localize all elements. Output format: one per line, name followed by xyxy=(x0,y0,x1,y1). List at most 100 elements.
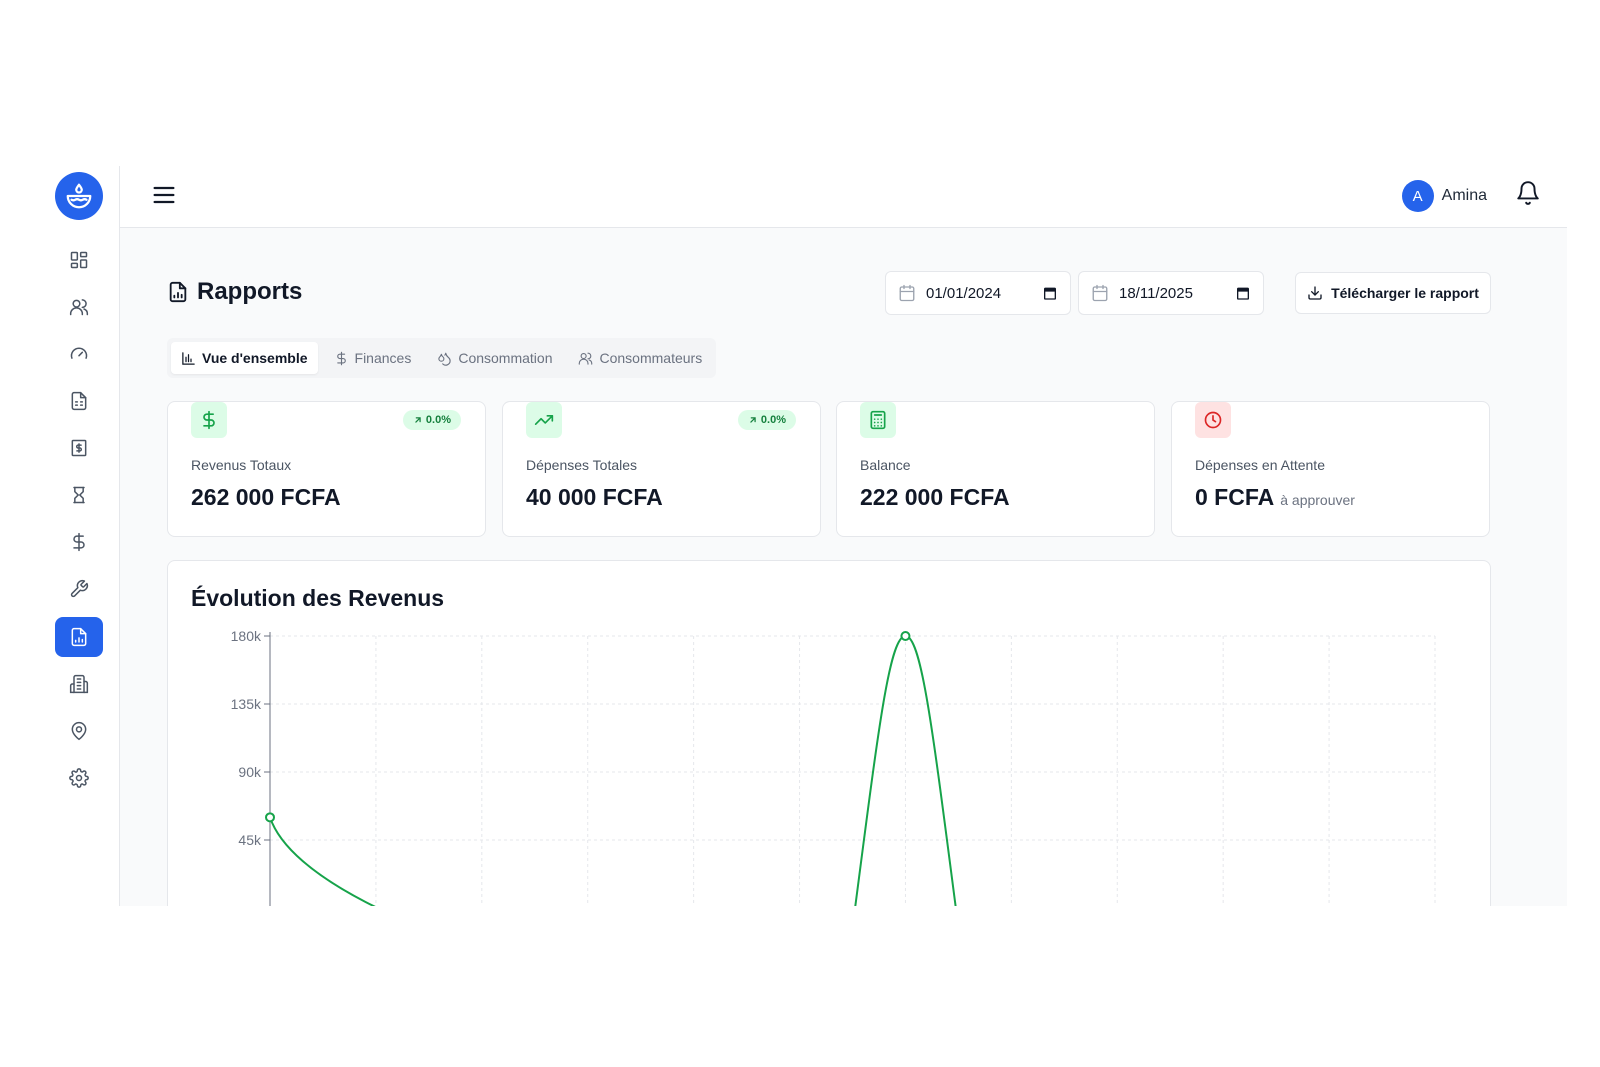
stat-value: 222 000 FCFA xyxy=(860,484,1010,510)
download-report-label: Télécharger le rapport xyxy=(1331,285,1479,301)
wrench-icon xyxy=(70,579,89,598)
tab-label: Finances xyxy=(354,350,412,366)
calculator-icon xyxy=(870,410,886,430)
stat-label: Dépenses en Attente xyxy=(1195,457,1325,473)
stat-icon-wrap xyxy=(526,402,562,438)
droplets-icon xyxy=(438,352,452,366)
sidebar-item-maintenance[interactable] xyxy=(55,569,103,609)
start-date-input[interactable]: 01/01/2024 xyxy=(885,271,1071,315)
page-title: Rapports xyxy=(197,278,303,305)
stat-card-pending-expenses: Dépenses en Attente 0 FCFA à approuver xyxy=(1171,401,1490,537)
sidebar xyxy=(39,166,120,906)
bell-icon[interactable] xyxy=(1515,180,1541,206)
revenue-data-point xyxy=(900,631,911,641)
tab-label: Consommation xyxy=(458,350,553,366)
file-chart-icon xyxy=(169,281,187,303)
stat-card-total-expenses: 0.0% Dépenses Totales 40 000 FCFA xyxy=(502,401,821,537)
revenue-line-chart: 45k 90k 135k 180k xyxy=(231,628,1436,906)
map-pin-icon xyxy=(71,721,87,741)
stat-label: Dépenses Totales xyxy=(526,457,638,473)
sidebar-item-payments[interactable] xyxy=(55,428,103,468)
user-menu[interactable]: A Amina xyxy=(1401,179,1487,213)
trend-value: 0.0% xyxy=(760,414,786,426)
stat-label: Revenus Totaux xyxy=(191,457,292,473)
clock-icon xyxy=(1204,411,1222,429)
file-text-icon xyxy=(71,391,87,411)
sidebar-item-reports[interactable] xyxy=(55,617,103,657)
stat-icon-wrap xyxy=(191,402,227,438)
users-icon xyxy=(579,352,593,365)
settings-icon xyxy=(69,768,89,788)
dollar-icon xyxy=(203,410,215,430)
tab-consumption[interactable]: Consommation xyxy=(427,342,562,374)
tab-overview[interactable]: Vue d'ensemble xyxy=(171,342,318,374)
sidebar-item-settings[interactable] xyxy=(55,758,103,798)
sidebar-item-finances[interactable] xyxy=(55,522,103,562)
file-chart-icon xyxy=(71,627,87,647)
stat-icon-wrap xyxy=(1195,402,1231,438)
user-name: Amina xyxy=(1441,187,1487,204)
calendar-picker-icon[interactable] xyxy=(1042,285,1058,301)
dashboard-icon xyxy=(70,251,88,269)
arrow-up-right-icon xyxy=(750,417,756,423)
sidebar-item-users[interactable] xyxy=(55,287,103,327)
gauge-icon xyxy=(70,347,88,359)
receipt-dollar-icon xyxy=(71,439,87,457)
y-tick-label: 45k xyxy=(238,832,262,848)
dollar-icon xyxy=(336,351,346,365)
download-report-button[interactable]: Télécharger le rapport xyxy=(1295,272,1491,314)
building-icon xyxy=(69,674,89,694)
y-tick-label: 90k xyxy=(238,764,262,780)
trend-badge: 0.0% xyxy=(737,410,796,430)
stat-label: Balance xyxy=(860,457,911,473)
end-date-input[interactable]: 18/11/2025 xyxy=(1078,271,1264,315)
stat-icon-wrap xyxy=(860,402,896,438)
y-tick-label: 180k xyxy=(231,628,262,644)
sidebar-item-pending[interactable] xyxy=(55,475,103,515)
stat-note: à approuver xyxy=(1280,492,1355,508)
sidebar-item-invoices[interactable] xyxy=(55,381,103,421)
trend-value: 0.0% xyxy=(425,414,451,426)
calendar-icon xyxy=(899,284,915,302)
stat-value: 40 000 FCFA xyxy=(526,484,663,510)
sidebar-item-dashboard[interactable] xyxy=(55,240,103,280)
logo[interactable] xyxy=(55,172,103,220)
end-date-value: 18/11/2025 xyxy=(1119,284,1193,302)
bar-chart-icon xyxy=(182,351,195,365)
start-date-value: 01/01/2024 xyxy=(926,284,1002,302)
report-tabs: Vue d'ensemble Finances Consommation Con… xyxy=(167,338,717,378)
hourglass-icon xyxy=(73,486,85,504)
y-tick-label: 135k xyxy=(231,696,262,712)
page-header: Rapports xyxy=(167,278,302,306)
stat-value: 262 000 FCFA xyxy=(191,484,341,510)
sidebar-item-buildings[interactable] xyxy=(55,664,103,704)
stat-value-wrap: 0 FCFA à approuver xyxy=(1195,484,1355,511)
menu-icon[interactable] xyxy=(150,181,178,209)
main-content: A Amina Rapports 01/01/2024 18/11/2025 T… xyxy=(120,166,1567,906)
revenue-data-point xyxy=(265,812,275,823)
users-icon xyxy=(69,299,89,316)
trend-badge: 0.0% xyxy=(402,410,461,430)
revenue-chart-card: Évolution des Revenus 45k 90k 135k 180k xyxy=(167,560,1491,906)
topbar: A Amina xyxy=(120,166,1567,228)
avatar: A xyxy=(1401,180,1434,212)
tab-finances[interactable]: Finances xyxy=(324,342,422,374)
stat-card-balance: Balance 222 000 FCFA xyxy=(836,401,1155,537)
stat-value: 0 FCFA xyxy=(1195,484,1275,510)
chart-title: Évolution des Revenus xyxy=(191,585,445,611)
sidebar-item-meters[interactable] xyxy=(55,334,103,374)
water-bowl-icon xyxy=(66,183,92,209)
revenue-series-line xyxy=(269,634,957,906)
app-window: A Amina Rapports 01/01/2024 18/11/2025 T… xyxy=(39,166,1567,906)
calendar-picker-icon[interactable] xyxy=(1235,285,1251,301)
trending-up-icon xyxy=(534,415,554,425)
tab-label: Vue d'ensemble xyxy=(202,350,308,366)
calendar-icon xyxy=(1092,284,1108,302)
download-icon xyxy=(1308,286,1322,300)
sidebar-item-locations[interactable] xyxy=(55,711,103,751)
tab-label: Consommateurs xyxy=(599,350,703,366)
stat-card-total-revenue: 0.0% Revenus Totaux 262 000 FCFA xyxy=(167,401,486,537)
tab-consumers[interactable]: Consommateurs xyxy=(568,342,712,374)
dollar-icon xyxy=(73,532,85,552)
arrow-up-right-icon xyxy=(415,417,421,423)
